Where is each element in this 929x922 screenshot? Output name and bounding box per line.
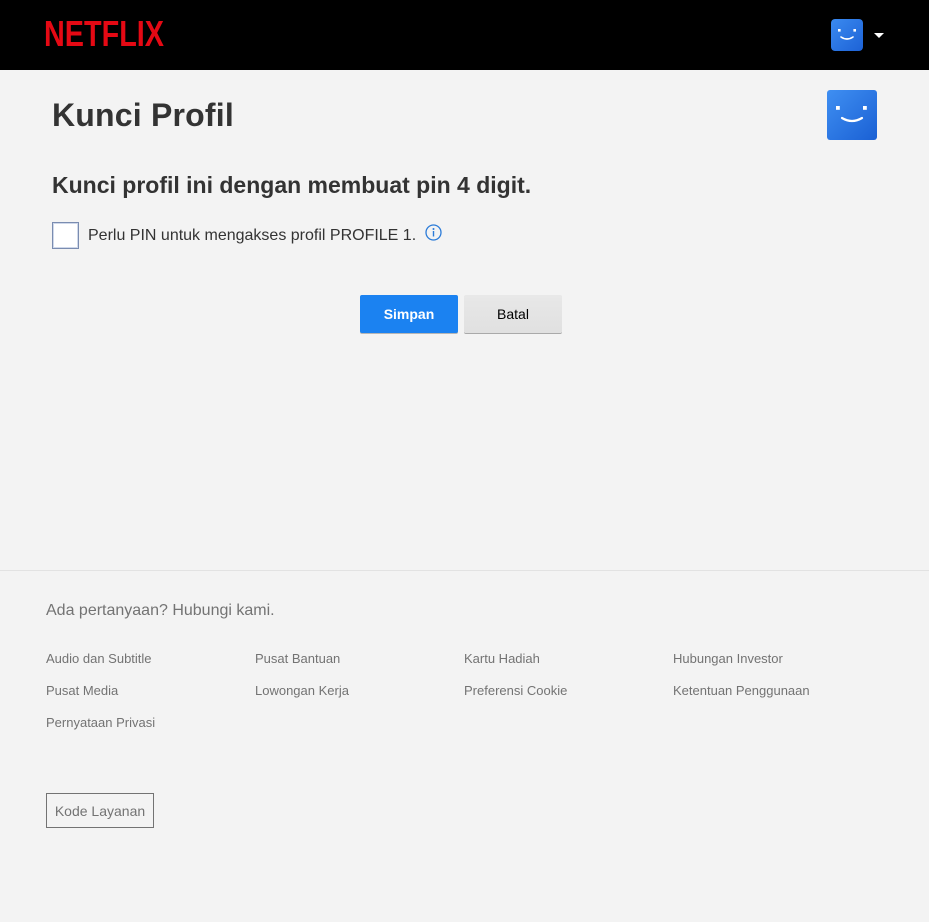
page-title: Kunci Profil [52,97,234,133]
pin-instruction-heading: Kunci profil ini dengan membuat pin 4 di… [52,172,532,198]
service-code-button[interactable]: Kode Layanan [46,793,154,828]
save-button[interactable]: Simpan [360,295,458,333]
smiley-avatar-icon[interactable] [831,19,863,51]
profile-avatar-icon [827,90,877,140]
footer-link-gift-cards[interactable]: Kartu Hadiah [464,651,673,667]
footer-link-investor-relations[interactable]: Hubungan Investor [673,651,882,667]
footer-link-cookie-preferences[interactable]: Preferensi Cookie [464,683,673,699]
footer-link-jobs[interactable]: Lowongan Kerja [255,683,464,699]
footer-link-help-center[interactable]: Pusat Bantuan [255,651,464,667]
caret-down-icon[interactable] [874,32,884,38]
footer-link-audio-subtitle[interactable]: Audio dan Subtitle [46,651,255,667]
pin-required-checkbox[interactable] [52,222,79,249]
account-menu[interactable] [831,19,884,51]
footer-link-media-center[interactable]: Pusat Media [46,683,255,699]
svg-text:NETFLIX: NETFLIX [44,13,164,53]
footer-link-privacy[interactable]: Pernyataan Privasi [46,715,255,731]
footer-link-terms-of-use[interactable]: Ketentuan Penggunaan [673,683,882,699]
footer-contact-link[interactable]: Ada pertanyaan? Hubungi kami. [46,602,275,620]
info-icon[interactable] [425,224,442,241]
footer-links: Audio dan Subtitle Pusat Bantuan Kartu H… [46,651,882,731]
cancel-button[interactable]: Batal [464,295,562,333]
netflix-logo[interactable]: NETFLIX [44,13,166,53]
pin-required-label[interactable]: Perlu PIN untuk mengakses profil PROFILE… [88,227,416,245]
pin-required-row: Perlu PIN untuk mengakses profil PROFILE… [52,222,442,249]
footer-divider [0,570,929,571]
top-header: NETFLIX [0,0,929,70]
